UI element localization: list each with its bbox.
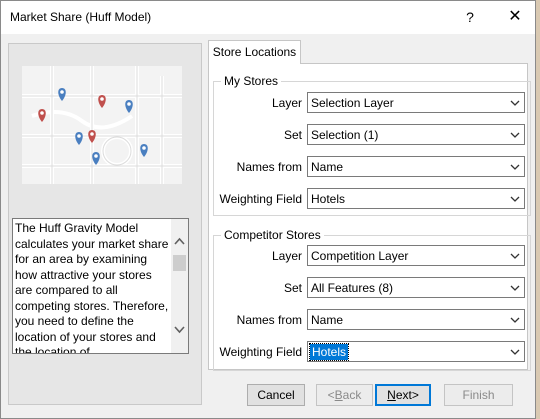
my-set-value: Selection (1) xyxy=(311,128,379,142)
comp-weighting-select[interactable]: Hotels xyxy=(307,341,525,362)
map-preview xyxy=(22,66,182,184)
my-weighting-value: Hotels xyxy=(311,192,346,206)
background-strip xyxy=(536,0,540,419)
scroll-up-icon[interactable] xyxy=(171,233,188,250)
my-set-select[interactable]: Selection (1) xyxy=(307,124,525,145)
comp-layer-select[interactable]: Competition Layer xyxy=(307,245,525,266)
chevron-down-icon xyxy=(510,100,520,106)
map-pin-dot xyxy=(77,134,81,138)
scroll-down-icon[interactable] xyxy=(171,321,188,338)
my-weighting-select[interactable]: Hotels xyxy=(307,188,525,209)
back-prefix: < xyxy=(327,388,335,402)
my-stores-title: My Stores xyxy=(221,74,282,88)
chevron-down-icon xyxy=(510,317,520,323)
my-set-label: Set xyxy=(283,128,302,142)
map-pin-dot xyxy=(142,146,146,150)
map-pin-dot xyxy=(100,97,104,101)
next-label: ext> xyxy=(395,388,419,402)
my-layer-label: Layer xyxy=(271,96,302,110)
map-pin-dot xyxy=(94,154,98,158)
close-button[interactable]: ✕ xyxy=(503,5,527,29)
map-pin-dot xyxy=(60,90,64,94)
comp-set-label: Set xyxy=(283,281,302,295)
chevron-down-icon xyxy=(510,196,520,202)
chevron-down-icon xyxy=(510,132,520,138)
my-names-from-label: Names from xyxy=(236,160,302,174)
help-button[interactable]: ? xyxy=(459,5,481,29)
tab-store-locations[interactable]: Store Locations xyxy=(208,40,301,64)
finish-button[interactable]: Finish xyxy=(444,384,513,406)
my-names-from-value: Name xyxy=(311,160,344,174)
cancel-button[interactable]: Cancel xyxy=(247,384,305,406)
my-names-from-select[interactable]: Name xyxy=(307,156,525,177)
back-label: ack xyxy=(342,388,362,402)
back-button[interactable]: <Back xyxy=(316,384,373,406)
next-hotkey: N xyxy=(387,388,396,402)
comp-set-value: All Features (8) xyxy=(311,281,394,295)
chevron-down-icon xyxy=(510,164,520,170)
comp-names-from-select[interactable]: Name xyxy=(307,309,525,330)
comp-set-select[interactable]: All Features (8) xyxy=(307,277,525,298)
description-textbox[interactable]: The Huff Gravity Model calculates your m… xyxy=(12,218,189,354)
chevron-down-icon xyxy=(510,253,520,259)
chevron-down-icon xyxy=(510,285,520,291)
my-layer-value: Selection Layer xyxy=(311,96,394,110)
next-button[interactable]: Next> xyxy=(375,384,431,406)
comp-layer-label: Layer xyxy=(271,249,302,263)
comp-names-from-label: Names from xyxy=(236,313,302,327)
title-bar: Market Share (Huff Model) ? ✕ xyxy=(1,1,535,34)
scroll-thumb[interactable] xyxy=(173,255,186,271)
my-weighting-label: Weighting Field xyxy=(219,192,303,206)
map-pin-dot xyxy=(40,111,44,115)
description-text: The Huff Gravity Model calculates your m… xyxy=(15,221,169,354)
my-layer-select[interactable]: Selection Layer xyxy=(307,92,525,113)
chevron-down-icon xyxy=(510,349,520,355)
comp-layer-value: Competition Layer xyxy=(311,249,409,263)
map-pin-dot xyxy=(127,102,131,106)
description-scrollbar[interactable] xyxy=(171,219,188,353)
window-title: Market Share (Huff Model) xyxy=(10,10,152,24)
comp-names-from-value: Name xyxy=(311,313,344,327)
map-pin-dot xyxy=(90,132,94,136)
map-pins-preview-icon xyxy=(22,66,182,184)
competitor-stores-title: Competitor Stores xyxy=(221,228,324,242)
back-hotkey: B xyxy=(334,388,343,402)
comp-weighting-label: Weighting Field xyxy=(219,345,303,359)
comp-weighting-value: Hotels xyxy=(308,343,350,361)
